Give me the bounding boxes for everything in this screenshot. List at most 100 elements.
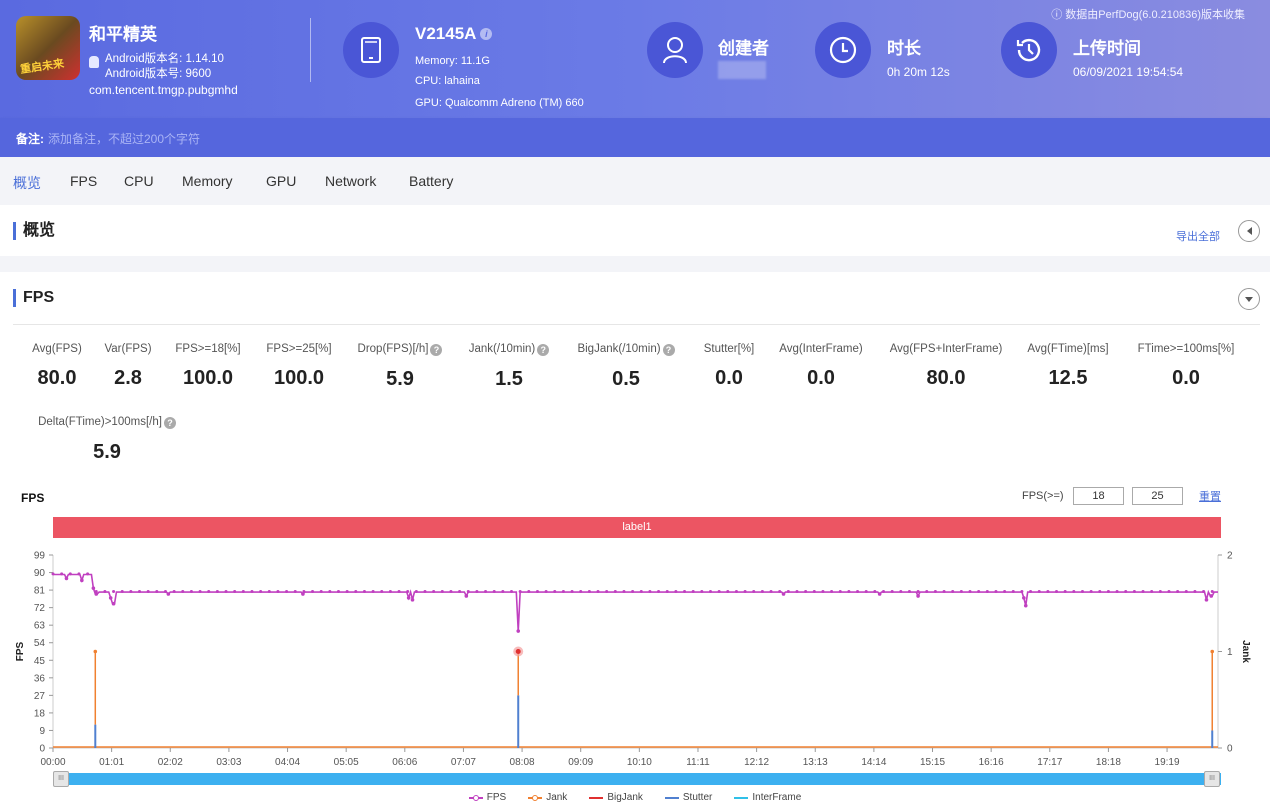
fps-point: [293, 589, 297, 593]
fps-point: [553, 589, 557, 593]
fps-point: [371, 589, 375, 593]
package-name: com.tencent.tmgp.pubgmhd: [89, 83, 238, 97]
fps-point: [847, 589, 851, 593]
x-tick-label: 10:10: [627, 757, 652, 768]
tab-gpu[interactable]: GPU: [266, 173, 296, 189]
fps-point: [1023, 603, 1028, 608]
y-tick-label: 81: [34, 586, 46, 597]
device-memory: Memory: 11.1G: [415, 55, 490, 67]
fps-point: [804, 589, 808, 593]
fps-point: [449, 589, 453, 593]
tab-overview[interactable]: 概览: [13, 173, 41, 193]
fps-point: [336, 589, 340, 593]
fps-point: [734, 589, 738, 593]
fps-point: [1115, 589, 1119, 593]
chart-legend: FPS Jank BigJank Stutter InterFrame: [0, 792, 1270, 803]
time-range-slider[interactable]: [53, 773, 1221, 785]
fps-point: [535, 589, 539, 593]
y-tick-label: 27: [34, 691, 46, 702]
x-tick-label: 00:00: [40, 757, 65, 768]
fps-threshold-1-input[interactable]: [1073, 487, 1124, 505]
fps-point: [388, 589, 392, 593]
export-all-link[interactable]: 导出全部: [1176, 228, 1220, 244]
fps-point: [781, 592, 786, 596]
tab-memory[interactable]: Memory: [182, 173, 233, 189]
fps-point: [103, 589, 107, 593]
fps-point: [111, 601, 116, 606]
fps-point: [64, 576, 69, 581]
legend-item[interactable]: Stutter: [664, 792, 712, 803]
fps-point: [155, 589, 159, 593]
overview-card: 概览 导出全部: [0, 205, 1270, 256]
fps-point: [1176, 589, 1180, 593]
legend-item[interactable]: BigJank: [589, 792, 643, 803]
y2-axis-title: Jank: [1240, 640, 1251, 663]
tab-fps[interactable]: FPS: [70, 173, 97, 189]
fps-point: [362, 589, 366, 593]
fps-point: [639, 589, 643, 593]
x-tick-label: 14:14: [861, 757, 886, 768]
fps-point: [864, 589, 868, 593]
reset-link[interactable]: 重置: [1199, 488, 1221, 504]
fps-point: [345, 589, 349, 593]
x-tick-label: 08:08: [510, 757, 535, 768]
fps-point: [60, 572, 64, 576]
fps-point: [172, 589, 176, 593]
fps-point: [484, 589, 488, 593]
tab-cpu[interactable]: CPU: [124, 173, 154, 189]
fps-point: [91, 586, 96, 590]
fps-point: [406, 589, 410, 593]
fps-point: [570, 589, 574, 593]
tab-network[interactable]: Network: [325, 173, 376, 189]
android-version-name: Android版本名: 1.14.10: [105, 53, 224, 65]
y-tick-label: 99: [34, 551, 46, 562]
metric-item: FTime>=100ms[%] 0.0: [1106, 343, 1266, 390]
notes-input[interactable]: 添加备注，不超过200个字符: [48, 130, 200, 147]
fps-point: [440, 589, 444, 593]
tab-battery[interactable]: Battery: [409, 173, 453, 189]
fps-point: [129, 589, 133, 593]
caret-left-icon: [1246, 227, 1252, 235]
overview-title: 概览: [13, 222, 55, 240]
legend-label: FPS: [486, 792, 507, 803]
fps-point: [916, 594, 920, 598]
help-icon[interactable]: ?: [163, 417, 176, 429]
notes-label: 备注:: [16, 132, 44, 146]
fps-point: [259, 589, 263, 593]
report-header: 重启未来 和平精英 Android版本名: 1.14.10 Android版本号…: [0, 0, 1270, 118]
x-tick-label: 09:09: [568, 757, 593, 768]
legend-swatch: [528, 794, 543, 801]
fps-point: [587, 589, 591, 593]
fps-threshold-2-input[interactable]: [1132, 487, 1183, 505]
legend-item[interactable]: FPS: [468, 792, 507, 803]
tablet-icon: [343, 22, 399, 78]
fps-point: [994, 589, 998, 593]
y2-tick-label: 0: [1227, 744, 1233, 755]
metric-item: Delta(FTime)>100ms[/h]? 5.9: [27, 416, 187, 464]
slider-left-handle[interactable]: III: [53, 771, 69, 787]
fps-point: [899, 589, 903, 593]
fps-threshold-label: FPS(>=): [1022, 490, 1064, 502]
fps-point: [968, 589, 972, 593]
fps-point: [410, 598, 415, 602]
app-icon: 重启未来: [16, 16, 80, 80]
slider-right-handle[interactable]: III: [1204, 771, 1220, 787]
legend-item[interactable]: InterFrame: [734, 792, 801, 803]
fps-point: [1204, 598, 1209, 602]
metric-value: 0.0: [1172, 367, 1200, 389]
label-bar[interactable]: label1: [53, 517, 1221, 538]
fps-point: [985, 589, 989, 593]
fps-point: [501, 589, 505, 593]
y-tick-label: 63: [34, 621, 46, 632]
fps-point: [743, 589, 747, 593]
expand-button[interactable]: [1238, 288, 1260, 310]
collapse-button[interactable]: [1238, 220, 1260, 242]
info-icon[interactable]: i: [480, 28, 493, 40]
notes-bar: 备注: 添加备注，不超过200个字符: [0, 118, 1270, 157]
fps-series-line: [53, 573, 1218, 632]
fps-point: [622, 589, 626, 593]
x-tick-label: 16:16: [979, 757, 1004, 768]
x-tick-label: 06:06: [392, 757, 417, 768]
duration-value: 0h 20m 12s: [887, 65, 950, 79]
legend-item[interactable]: Jank: [528, 792, 567, 803]
